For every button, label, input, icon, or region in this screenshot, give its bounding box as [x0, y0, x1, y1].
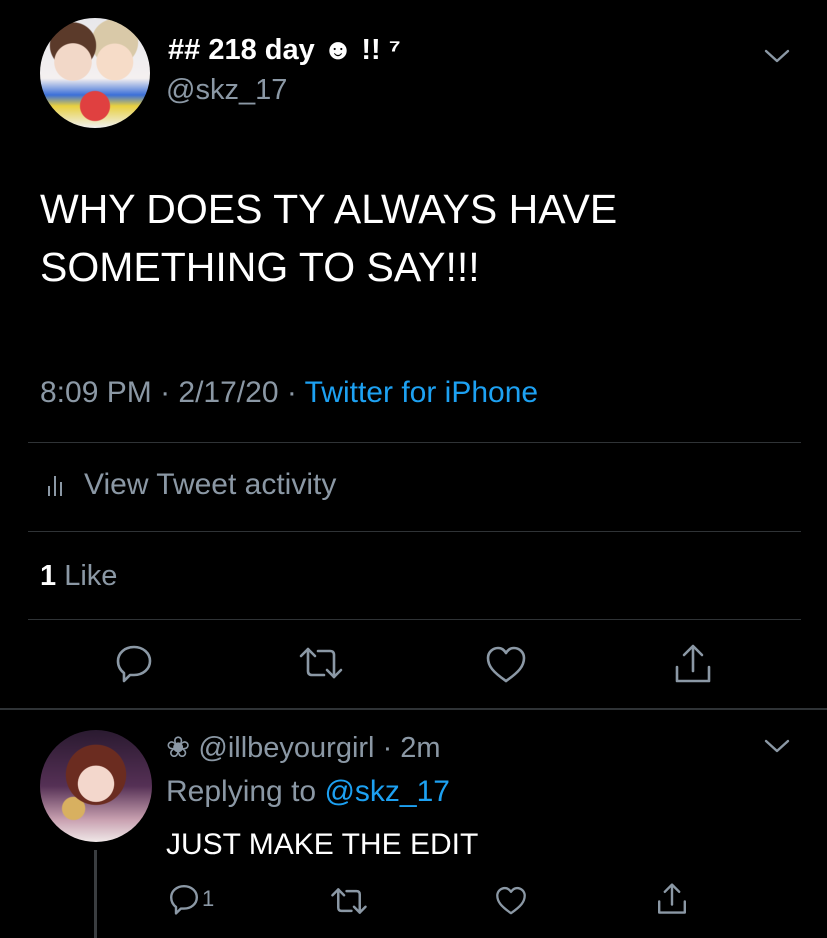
share-icon[interactable]	[673, 643, 713, 685]
likes-summary[interactable]: 1 Like	[40, 560, 117, 593]
reply-avatar[interactable]	[40, 730, 152, 842]
tweet-time: 8:09 PM	[40, 376, 152, 409]
mention-link[interactable]: @skz_17	[324, 775, 450, 808]
like-count: 1	[40, 560, 57, 592]
divider	[28, 531, 801, 532]
tweet-date: 2/17/20	[178, 376, 279, 409]
divider	[28, 442, 801, 443]
meta-separator: ·	[160, 376, 179, 409]
reply-handle: @illbeyourgirl	[198, 732, 375, 764]
display-name[interactable]: ## 218 day ☻ !! ⁷	[168, 34, 401, 67]
like-icon[interactable]	[495, 886, 527, 916]
handle[interactable]: @skz_17	[166, 74, 287, 107]
reply-button[interactable]: 1	[168, 883, 214, 915]
retweet-icon[interactable]	[330, 886, 368, 916]
divider	[28, 619, 801, 620]
tweet-text-line: WHY DOES TY ALWAYS HAVE	[40, 186, 618, 232]
thread-line	[94, 850, 97, 938]
meta-separator: ·	[382, 732, 393, 764]
like-label: Like	[64, 560, 118, 592]
stats-icon	[46, 474, 66, 496]
divider	[0, 708, 827, 710]
retweet-icon[interactable]	[298, 645, 344, 681]
tweet-text: WHY DOES TY ALWAYS HAVE SOMETHING TO SAY…	[40, 180, 760, 296]
share-icon[interactable]	[656, 882, 688, 916]
reply-text: JUST MAKE THE EDIT	[166, 828, 479, 861]
reply-icon[interactable]	[114, 643, 154, 683]
view-tweet-activity-button[interactable]: View Tweet activity	[46, 468, 336, 502]
tweet-meta: 8:09 PM · 2/17/20 · Twitter for iPhone	[40, 376, 538, 410]
tweet-text-line: SOMETHING TO SAY!!!	[40, 244, 480, 290]
tweet-source-link[interactable]: Twitter for iPhone	[305, 376, 538, 409]
reply-time: 2m	[400, 732, 441, 764]
avatar[interactable]	[40, 18, 150, 128]
reply-author[interactable]: ❀ @illbeyourgirl · 2m	[166, 730, 441, 765]
chevron-down-icon[interactable]	[764, 738, 790, 754]
replying-to: Replying to @skz_17	[166, 775, 450, 809]
meta-separator: ·	[286, 376, 305, 409]
activity-label: View Tweet activity	[84, 468, 337, 501]
replying-prefix: Replying to	[166, 775, 317, 808]
chevron-down-icon[interactable]	[764, 48, 790, 64]
reply-count: 1	[202, 886, 215, 911]
flower-icon: ❀	[166, 732, 191, 764]
reply-icon	[168, 883, 200, 915]
like-icon[interactable]	[485, 646, 527, 684]
